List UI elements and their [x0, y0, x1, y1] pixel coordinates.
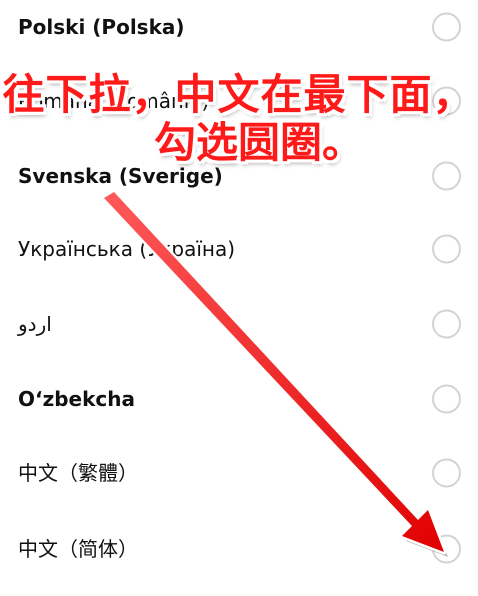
language-option-uzbekcha[interactable]: Oʻzbekcha — [0, 362, 478, 436]
language-label: 中文（繁體） — [18, 461, 138, 485]
radio-button[interactable] — [432, 458, 461, 488]
language-label: Українська (Україна) — [18, 237, 236, 261]
language-label: Oʻzbekcha — [18, 387, 136, 411]
language-label: Svenska (Sverige) — [18, 164, 223, 188]
language-label: Polski (Polska) — [18, 15, 185, 39]
language-label: Română (România) — [18, 89, 210, 113]
language-option-ukrainska[interactable]: Українська (Україна) — [0, 212, 478, 286]
language-label: اردو — [18, 312, 52, 336]
radio-button[interactable] — [432, 384, 461, 414]
radio-button[interactable] — [432, 12, 461, 42]
language-option-polski[interactable]: Polski (Polska) — [0, 0, 478, 64]
language-option-romana[interactable]: Română (România) — [0, 64, 478, 138]
language-option-svenska[interactable]: Svenska (Sverige) — [0, 139, 478, 213]
radio-button[interactable] — [432, 161, 461, 191]
radio-button[interactable] — [432, 86, 461, 116]
language-option-chinese-simplified[interactable]: 中文（简体） — [0, 512, 478, 586]
language-option-chinese-traditional[interactable]: 中文（繁體） — [0, 436, 478, 510]
radio-button[interactable] — [432, 534, 461, 564]
language-label: 中文（简体） — [18, 537, 138, 561]
radio-button[interactable] — [432, 234, 461, 264]
language-option-urdu[interactable]: اردو — [0, 287, 478, 361]
language-list: Polski (Polska) Română (România) Svenska… — [0, 0, 478, 596]
radio-button[interactable] — [432, 309, 461, 339]
